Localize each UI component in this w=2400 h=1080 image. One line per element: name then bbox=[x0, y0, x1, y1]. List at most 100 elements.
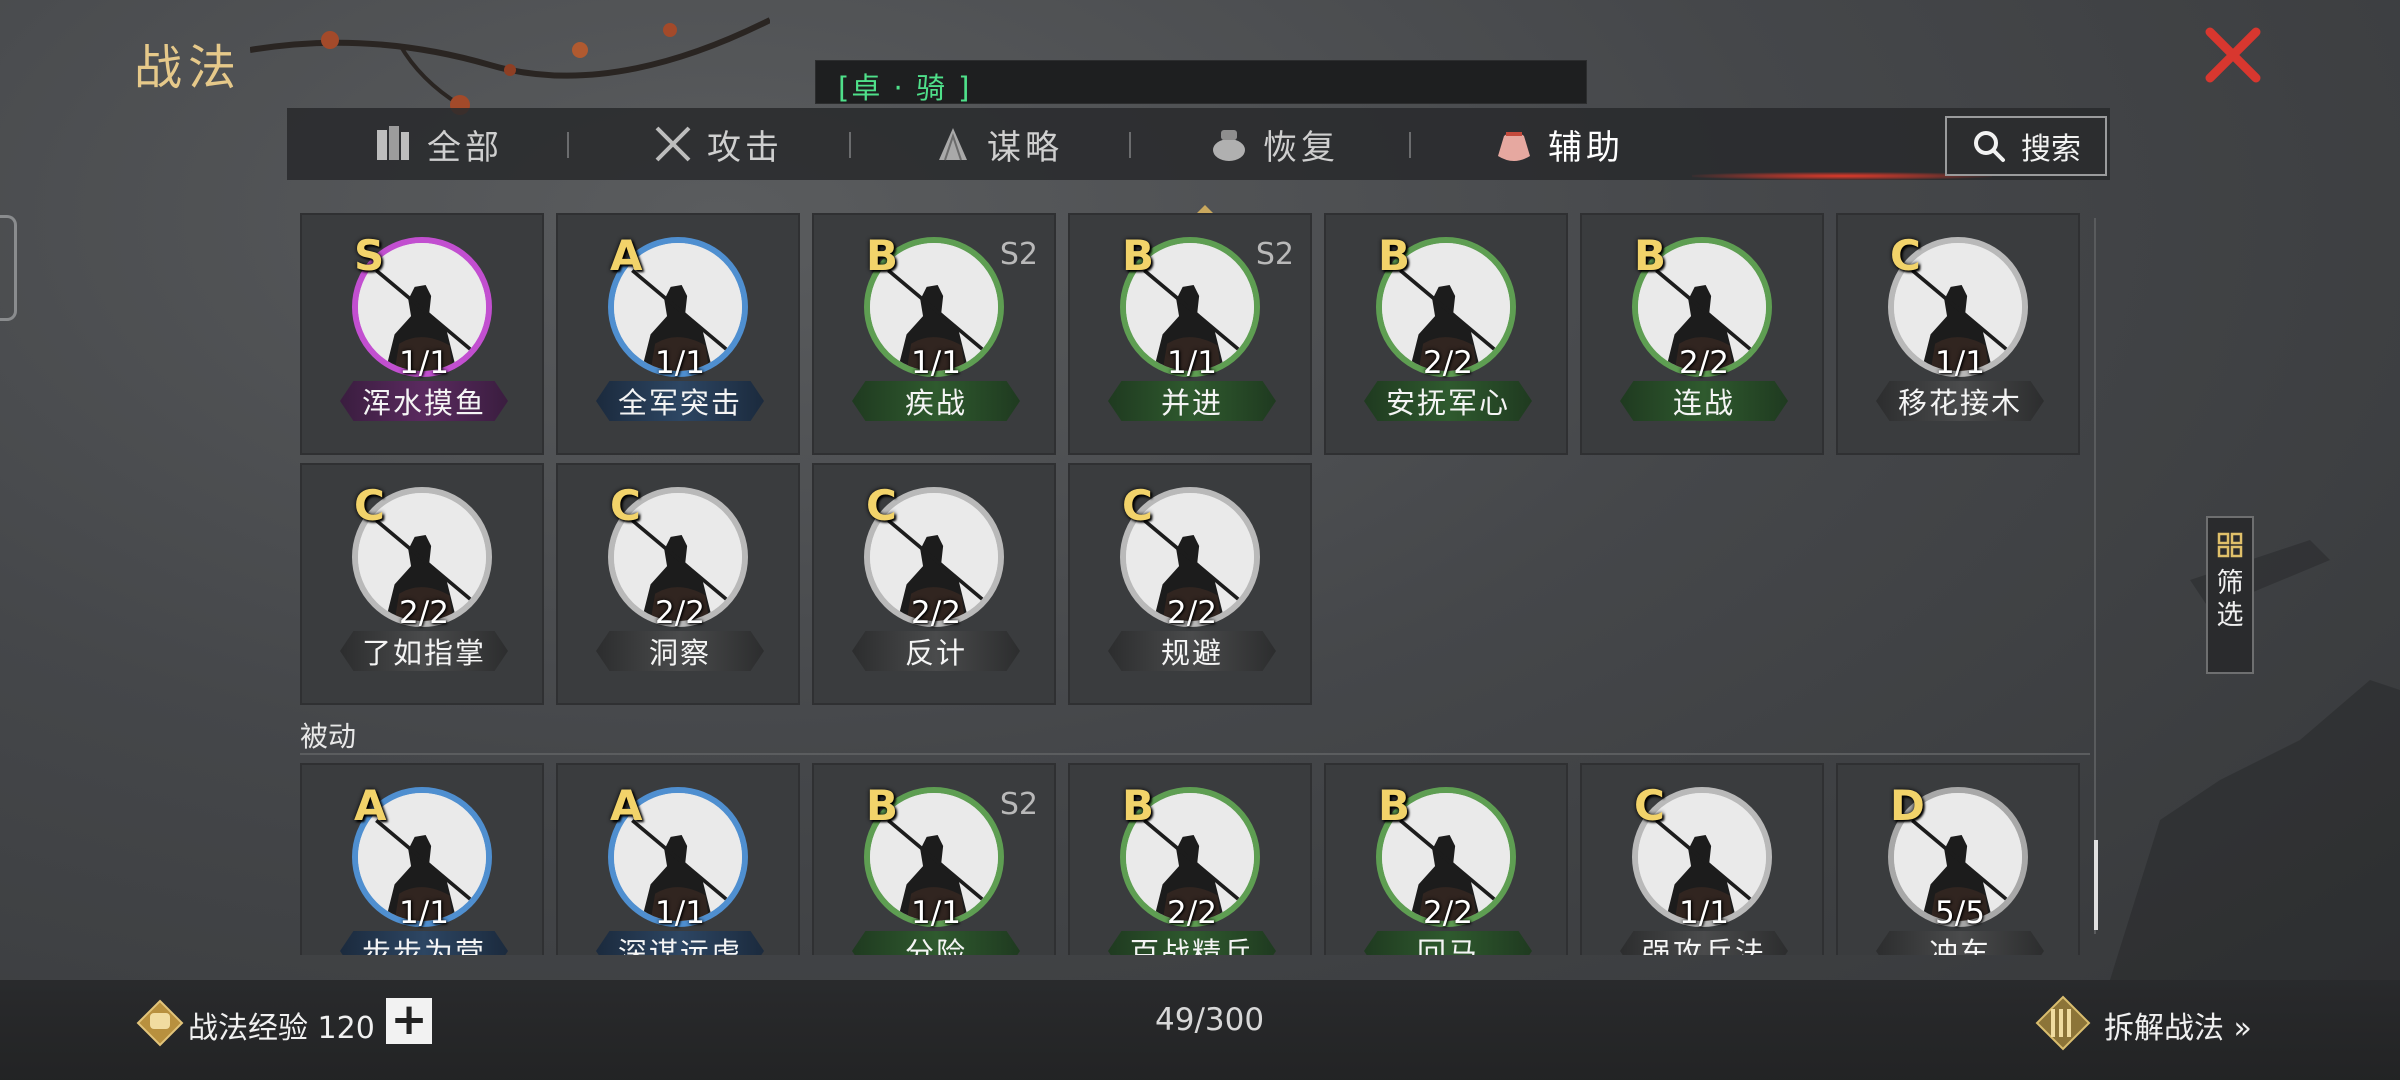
tactic-name-bar: 分险 bbox=[852, 931, 1020, 955]
tactic-level: 1/1 bbox=[1167, 345, 1217, 381]
add-exp-button[interactable]: + bbox=[386, 998, 432, 1044]
tab-divider bbox=[1409, 132, 1411, 158]
tactic-card[interactable]: C 1/1 移花接木 bbox=[1836, 213, 2080, 455]
crossed-swords-icon bbox=[655, 126, 691, 162]
tactic-name-bar: 连战 bbox=[1620, 381, 1788, 421]
tactic-name-bar: 全军突击 bbox=[596, 381, 764, 421]
tactic-card[interactable]: S 1/1 浑水摸鱼 bbox=[300, 213, 544, 455]
tactic-level: 1/1 bbox=[655, 895, 705, 931]
close-icon[interactable] bbox=[2200, 22, 2266, 88]
tab-recovery[interactable]: 恢复 bbox=[1207, 108, 1339, 180]
tactic-name-bar: 并进 bbox=[1108, 381, 1276, 421]
tactic-level: 1/1 bbox=[911, 895, 961, 931]
tactic-card[interactable]: A 1/1 深谋远虑 bbox=[556, 763, 800, 955]
grade-badge: A bbox=[354, 781, 387, 830]
tactic-name: 分险 bbox=[904, 936, 967, 955]
tactic-card[interactable]: A 1/1 步步为营 bbox=[300, 763, 544, 955]
tactic-card[interactable]: B 2/2 连战 bbox=[1580, 213, 1824, 455]
tab-attack[interactable]: 攻击 bbox=[651, 108, 783, 180]
tactics-exp: 战法经验 120 bbox=[188, 1011, 375, 1046]
season-tag: S2 bbox=[999, 787, 1038, 822]
tactics-list[interactable]: S 1/1 浑水摸鱼 A 1/1 全军突击 B S2 1/1 疾战 B S2 1/1 并进 B 2/2 安抚军心… bbox=[300, 213, 2090, 955]
active-tactics-grid: S 1/1 浑水摸鱼 A 1/1 全军突击 B S2 1/1 疾战 B S2 1/1 并进 B 2/2 安抚军心… bbox=[300, 213, 2080, 705]
tactic-name: 全军突击 bbox=[617, 386, 742, 420]
tactics-count: 49/300 bbox=[1155, 1002, 1265, 1038]
tab-label: 攻击 bbox=[707, 127, 783, 168]
grade-badge: B bbox=[1634, 231, 1667, 280]
tactic-name-bar: 百战精兵 bbox=[1108, 931, 1276, 955]
tactic-name: 洞察 bbox=[648, 636, 711, 670]
tactic-card[interactable]: B S2 1/1 并进 bbox=[1068, 213, 1312, 455]
grade-badge: C bbox=[1890, 231, 1921, 280]
scroll-track[interactable] bbox=[2094, 218, 2096, 934]
tactic-card[interactable]: D 5/5 冲车 bbox=[1836, 763, 2080, 955]
section-divider bbox=[300, 753, 2090, 755]
tab-label: 全部 bbox=[427, 127, 503, 168]
search-button[interactable]: 搜索 bbox=[1945, 116, 2107, 176]
tactic-level: 1/1 bbox=[399, 345, 449, 381]
grade-badge: B bbox=[1378, 781, 1411, 830]
tactic-level: 2/2 bbox=[1423, 895, 1473, 931]
season-tag: S2 bbox=[999, 237, 1038, 272]
tactic-card[interactable]: C 1/1 强攻兵法 bbox=[1580, 763, 1824, 955]
season-tag: S2 bbox=[1255, 237, 1294, 272]
tactic-name-bar: 安抚军心 bbox=[1364, 381, 1532, 421]
tactic-name-bar: 深谋远虑 bbox=[596, 931, 764, 955]
tactic-name-bar: 回马 bbox=[1364, 931, 1532, 955]
tab-strategy[interactable]: 谋略 bbox=[931, 108, 1063, 180]
grade-badge: C bbox=[1634, 781, 1665, 830]
scroll-fan-icon bbox=[939, 128, 967, 161]
grade-badge: C bbox=[866, 481, 897, 530]
search-label: 搜索 bbox=[2021, 132, 2081, 167]
tactic-level: 2/2 bbox=[1167, 895, 1217, 931]
tactic-card[interactable]: B S2 1/1 分险 bbox=[812, 763, 1056, 955]
tactic-level: 1/1 bbox=[399, 895, 449, 931]
tactic-name-bar: 浑水摸鱼 bbox=[340, 381, 508, 421]
tactic-level: 2/2 bbox=[1167, 595, 1217, 631]
filter-button[interactable]: 筛选 bbox=[2206, 516, 2254, 674]
tactic-card[interactable]: C 2/2 反计 bbox=[812, 463, 1056, 705]
tactic-card[interactable]: C 2/2 洞察 bbox=[556, 463, 800, 705]
tab-label: 谋略 bbox=[987, 127, 1063, 168]
general-name-bar: [卓 · 骑 ] bbox=[815, 60, 1587, 105]
tactic-card[interactable]: B 2/2 回马 bbox=[1324, 763, 1568, 955]
scrollbar-thumb[interactable] bbox=[2094, 840, 2098, 930]
tab-support[interactable]: 辅助 bbox=[1492, 108, 1624, 180]
tactic-name: 步步为营 bbox=[361, 936, 486, 955]
tactic-level: 2/2 bbox=[399, 595, 449, 631]
tactic-level: 1/1 bbox=[911, 345, 961, 381]
tactic-name-bar: 强攻兵法 bbox=[1620, 931, 1788, 955]
tactic-name-bar: 疾战 bbox=[852, 381, 1020, 421]
tactic-card[interactable]: C 2/2 规避 bbox=[1068, 463, 1312, 705]
all-scrolls-icon bbox=[377, 126, 409, 160]
tab-all[interactable]: 全部 bbox=[371, 108, 503, 180]
tactic-name-bar: 步步为营 bbox=[340, 931, 508, 955]
tactic-card[interactable]: B 2/2 安抚军心 bbox=[1324, 213, 1568, 455]
tactic-name: 连战 bbox=[1672, 386, 1735, 420]
tactic-name: 移花接木 bbox=[1897, 386, 2022, 420]
tactic-name: 反计 bbox=[904, 636, 967, 670]
side-drawer-tab[interactable] bbox=[0, 215, 17, 321]
tactic-name-bar: 冲车 bbox=[1876, 931, 2044, 955]
tactic-card[interactable]: A 1/1 全军突击 bbox=[556, 213, 800, 455]
tactic-name: 并进 bbox=[1160, 386, 1223, 420]
tab-divider bbox=[567, 132, 569, 158]
grade-badge: C bbox=[610, 481, 641, 530]
tactic-level: 1/1 bbox=[1935, 345, 1985, 381]
tab-divider bbox=[1129, 132, 1131, 158]
tactic-name: 疾战 bbox=[904, 386, 967, 420]
tactic-name: 了如指掌 bbox=[361, 636, 486, 670]
tactic-level: 2/2 bbox=[911, 595, 961, 631]
tab-divider bbox=[849, 132, 851, 158]
tactic-card[interactable]: C 2/2 了如指掌 bbox=[300, 463, 544, 705]
tactic-card[interactable]: B S2 1/1 疾战 bbox=[812, 213, 1056, 455]
search-icon bbox=[1974, 131, 2005, 162]
grade-badge: S bbox=[354, 231, 385, 280]
tactic-name: 强攻兵法 bbox=[1641, 936, 1766, 955]
disassemble-tactics-link[interactable]: 拆解战法 » bbox=[2104, 1003, 2252, 1047]
tactic-name: 浑水摸鱼 bbox=[361, 386, 486, 420]
passive-tactics-grid: A 1/1 步步为营 A 1/1 深谋远虑 B S2 1/1 分险 B 2/2 百战精兵 B 2/2 回马 C 1… bbox=[300, 763, 2080, 955]
grade-badge: B bbox=[1122, 781, 1155, 830]
grade-badge: B bbox=[866, 231, 899, 280]
tactic-card[interactable]: B 2/2 百战精兵 bbox=[1068, 763, 1312, 955]
